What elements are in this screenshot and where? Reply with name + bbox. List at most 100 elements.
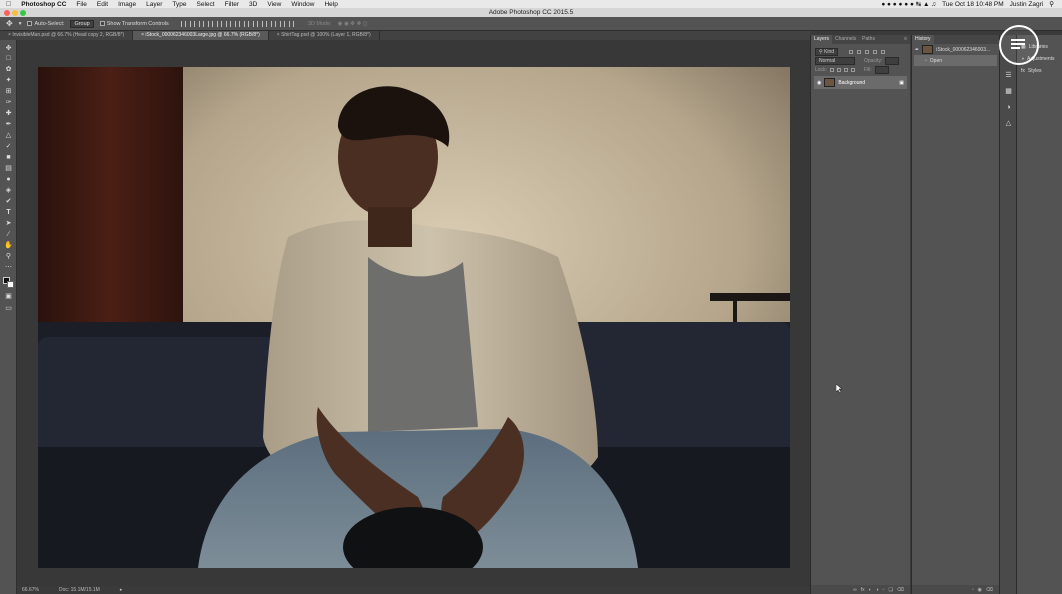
align-bottom-icon[interactable] — [198, 20, 204, 27]
clone-stamp-tool-icon[interactable]: △ — [4, 131, 13, 140]
menu-layer[interactable]: Layer — [146, 1, 162, 8]
align-right-icon[interactable] — [225, 20, 231, 27]
status-icons[interactable]: ● ● ● ● ● ● ↹ ▲ ♫ — [881, 0, 936, 8]
transform-controls-checkbox[interactable] — [99, 20, 105, 26]
minimize-window-button[interactable] — [12, 9, 18, 16]
lock-all-icon[interactable] — [850, 67, 855, 72]
clone-source-icon[interactable]: △ — [1004, 119, 1013, 128]
hamburger-menu-icon[interactable] — [1011, 39, 1025, 49]
new-document-from-state-icon[interactable]: ▫ — [972, 587, 974, 593]
user-name[interactable]: Justin Zagri — [1010, 1, 1044, 8]
visibility-eye-icon[interactable]: ◉ — [817, 80, 821, 86]
hand-tool-icon[interactable]: ✋ — [4, 241, 13, 250]
tab-paths[interactable]: Paths — [859, 35, 878, 44]
brush-tool-icon[interactable]: ✒ — [4, 120, 13, 129]
tool-preset-dropdown[interactable]: ▾ — [19, 21, 22, 27]
move-tool-icon[interactable]: ✥ — [4, 44, 13, 53]
dodge-tool-icon[interactable]: ● — [4, 175, 13, 184]
more-tools-icon[interactable]: ⋯ — [4, 263, 13, 272]
blend-mode-select[interactable]: Normal — [815, 56, 855, 65]
lock-transparent-icon[interactable] — [829, 67, 834, 72]
menu-file[interactable]: File — [76, 1, 86, 8]
menu-edit[interactable]: Edit — [97, 1, 108, 8]
link-layers-icon[interactable]: ∞ — [853, 587, 857, 593]
align-icons[interactable] — [180, 20, 294, 27]
add-mask-icon[interactable]: ◐ — [869, 587, 872, 593]
filter-adjust-icon[interactable] — [857, 49, 862, 54]
swatches-icon[interactable]: ▦ — [1004, 87, 1013, 96]
menu-app[interactable]: Photoshop CC — [21, 1, 66, 8]
lock-icons[interactable] — [829, 67, 855, 72]
menu-select[interactable]: Select — [197, 1, 215, 8]
tab-istock[interactable]: × iStock_000062346003Large.jpg @ 66.7% (… — [133, 31, 269, 40]
snapshot-brush-icon[interactable]: ✒ — [915, 47, 919, 53]
menu-window[interactable]: Window — [291, 1, 314, 8]
distribute-middle-icon[interactable] — [243, 20, 249, 27]
menu-view[interactable]: View — [267, 1, 281, 8]
apple-icon[interactable]:  — [6, 1, 11, 8]
styles-item[interactable]: fx Styles — [1017, 65, 1062, 77]
lock-position-icon[interactable] — [843, 67, 848, 72]
align-left-icon[interactable] — [207, 20, 213, 27]
menu-filter[interactable]: Filter — [225, 1, 239, 8]
auto-select-toggle[interactable]: Auto-Select: — [27, 21, 64, 27]
tab-layers[interactable]: Layers — [811, 35, 833, 44]
eraser-tool-icon[interactable]: ■ — [4, 153, 13, 162]
menu-image[interactable]: Image — [118, 1, 136, 8]
tab-invisibleman[interactable]: × InvisibleMan.psd @ 66.7% (Head copy 2,… — [0, 31, 134, 40]
filter-kind-select[interactable]: ⚲ Kind — [815, 47, 839, 56]
menu-help[interactable]: Help — [324, 1, 337, 8]
distribute-right-icon[interactable] — [279, 20, 285, 27]
delete-layer-icon[interactable]: ⌫ — [897, 587, 904, 593]
distribute-center-icon[interactable] — [270, 20, 276, 27]
history-state-open[interactable]: ▫ Open — [914, 55, 997, 66]
pen-tool-icon[interactable]: ✔ — [4, 197, 13, 206]
gradient-tool-icon[interactable]: ▤ — [4, 164, 13, 173]
new-group-icon[interactable]: ▫ — [883, 587, 885, 593]
adjustments-icon[interactable]: ◑ — [1004, 103, 1013, 112]
zoom-window-button[interactable] — [20, 9, 26, 16]
type-tool-icon[interactable]: T — [4, 208, 13, 217]
clock[interactable]: Tue Oct 18 10:48 PM — [942, 1, 1004, 8]
filter-pixel-icon[interactable] — [849, 49, 854, 54]
distribute-top-icon[interactable] — [234, 20, 240, 27]
filter-type-icon[interactable] — [865, 49, 870, 54]
properties-icon[interactable]: ☰ — [1004, 71, 1013, 80]
close-window-button[interactable] — [4, 9, 10, 16]
fill-input[interactable] — [874, 65, 889, 74]
filter-smart-icon[interactable] — [881, 49, 886, 54]
panel-menu-icon[interactable]: ≡ — [901, 35, 910, 44]
crop-tool-icon[interactable]: ⊞ — [4, 87, 13, 96]
marquee-tool-icon[interactable]: □ — [4, 54, 13, 63]
auto-select-target-select[interactable]: Group — [70, 19, 94, 28]
menu-type[interactable]: Type — [172, 1, 186, 8]
quick-mask-icon[interactable]: ▣ — [4, 292, 13, 301]
history-brush-tool-icon[interactable]: ✓ — [4, 142, 13, 151]
blur-tool-icon[interactable]: ◈ — [4, 186, 13, 195]
distribute-bottom-icon[interactable] — [252, 20, 258, 27]
adjustment-layer-icon[interactable]: ◑ — [876, 587, 879, 593]
lasso-tool-icon[interactable]: ✿ — [4, 65, 13, 74]
eyedropper-tool-icon[interactable]: ✑ — [4, 98, 13, 107]
move-tool-icon[interactable]: ✥ — [6, 19, 13, 28]
quick-select-tool-icon[interactable]: ✦ — [4, 76, 13, 85]
layer-name[interactable]: Background — [838, 80, 865, 86]
align-center-icon[interactable] — [216, 20, 222, 27]
auto-align-icon[interactable] — [288, 20, 294, 27]
zoom-level[interactable]: 66.67% — [22, 586, 39, 594]
distribute-left-icon[interactable] — [261, 20, 267, 27]
line-tool-icon[interactable]: ∕ — [4, 230, 13, 239]
document-image[interactable] — [38, 67, 790, 568]
auto-select-checkbox[interactable] — [27, 20, 33, 26]
zoom-tool-icon[interactable]: ⚲ — [4, 252, 13, 261]
filter-shape-icon[interactable] — [873, 49, 878, 54]
delete-state-icon[interactable]: ⌫ — [986, 587, 993, 593]
align-top-icon[interactable] — [180, 20, 186, 27]
tab-shirttag[interactable]: × ShirtTag.psd @ 100% (Layer 1, RGB/8*) — [269, 31, 380, 40]
snapshot-camera-icon[interactable]: ◉ — [978, 587, 982, 593]
doc-size[interactable]: Doc: 15.1M/15.1M — [59, 586, 100, 594]
3d-orbit-icons[interactable]: ◉ ◉ ✥ ❖ ◻ — [338, 21, 368, 27]
tab-channels[interactable]: Channels — [832, 35, 859, 44]
filter-icons[interactable] — [849, 49, 886, 54]
history-snapshot[interactable]: ✒ iStock_000062346003... — [912, 44, 999, 55]
